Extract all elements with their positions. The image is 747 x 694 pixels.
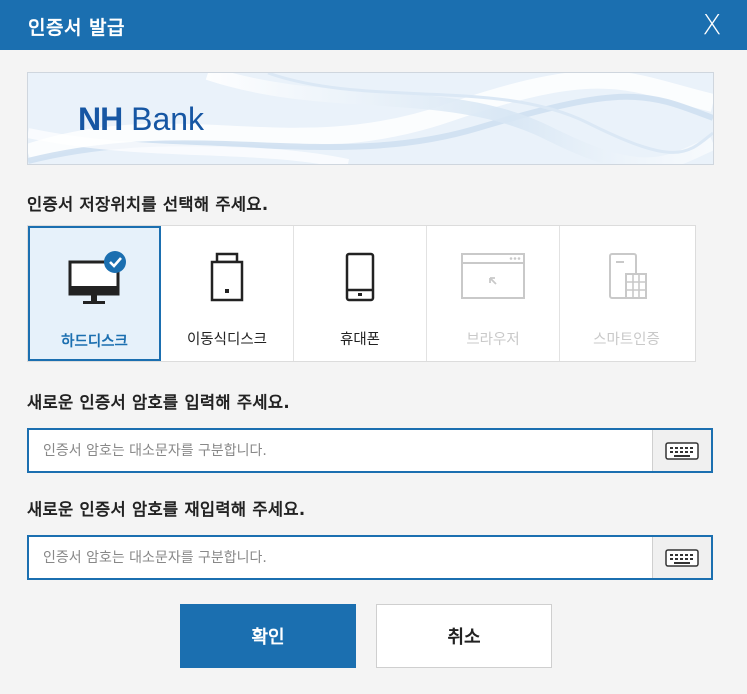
- phone-icon: [345, 252, 375, 302]
- close-button[interactable]: X: [697, 8, 727, 42]
- password-confirm-input[interactable]: [29, 537, 663, 578]
- storage-option-phone[interactable]: 휴대폰: [294, 226, 427, 361]
- storage-option-browser: 브라우저: [427, 226, 560, 361]
- virtual-keyboard-button[interactable]: [652, 537, 711, 578]
- browser-icon: [461, 253, 525, 299]
- storage-prompt: 인증서 저장위치를 선택해 주세요.: [27, 195, 269, 214]
- storage-option-smart-auth: 스마트인증: [560, 226, 693, 361]
- bank-banner: NH Bank: [27, 72, 714, 165]
- cancel-button[interactable]: 취소: [376, 604, 552, 668]
- nh-bank-logo: NH Bank: [78, 101, 205, 137]
- storage-label: 이동식디스크: [186, 332, 268, 348]
- dialog-title: 인증서 발급: [28, 17, 126, 39]
- smart-auth-icon: [608, 253, 647, 299]
- storage-label: 휴대폰: [339, 332, 381, 348]
- password-field: [27, 428, 713, 473]
- keyboard-icon: [665, 441, 699, 460]
- certificate-issue-dialog: 인증서 발급 X NH Bank 인증서 저장위치를 선택해 주세요. 하드디스…: [0, 0, 747, 694]
- storage-label: 스마트인증: [593, 332, 660, 348]
- virtual-keyboard-button[interactable]: [652, 430, 711, 471]
- title-bar: 인증서 발급 X: [0, 0, 747, 50]
- confirm-button[interactable]: 확인: [180, 604, 356, 668]
- storage-option-removable[interactable]: 이동식디스크: [161, 226, 294, 361]
- usb-drive-icon: [210, 252, 244, 302]
- storage-options: 하드디스크 이동식디스크 휴대폰 브라우저 스마트인증: [27, 225, 696, 362]
- keyboard-icon: [665, 548, 699, 567]
- password-confirm-prompt: 새로운 인증서 암호를 재입력해 주세요.: [27, 500, 306, 519]
- storage-option-harddisk[interactable]: 하드디스크: [28, 226, 161, 361]
- monitor-icon: [68, 251, 126, 304]
- storage-label: 하드디스크: [61, 334, 128, 350]
- password-input[interactable]: [29, 430, 663, 471]
- password-prompt: 새로운 인증서 암호를 입력해 주세요.: [27, 393, 290, 412]
- password-confirm-field: [27, 535, 713, 580]
- storage-label: 브라우저: [466, 332, 520, 348]
